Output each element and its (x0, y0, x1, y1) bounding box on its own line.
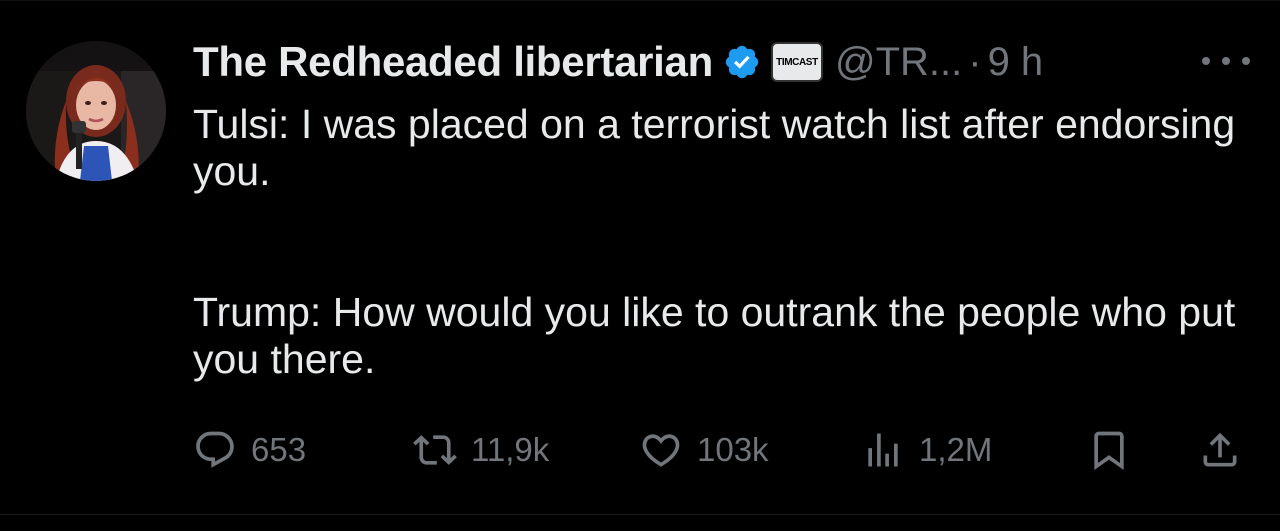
timestamp[interactable]: 9 h (988, 40, 1044, 84)
tweet-text: Tulsi: I was placed on a terrorist watch… (193, 101, 1263, 383)
avatar-image (26, 41, 166, 181)
reply-icon (196, 431, 234, 468)
repost-button[interactable]: 11,9k (413, 426, 549, 474)
heart-icon (642, 434, 680, 467)
divider (0, 514, 1280, 515)
share-icon (1203, 432, 1237, 467)
more-dot (1222, 57, 1230, 65)
separator: · (968, 39, 982, 84)
reply-count: 653 (251, 431, 307, 468)
display-name[interactable]: The Redheaded libertarian (193, 38, 713, 86)
repost-icon (413, 435, 457, 465)
bookmark-button[interactable] (1087, 426, 1131, 474)
tweet-header: The Redheaded libertarian TIMCAST @TR...… (193, 37, 1043, 87)
more-icon[interactable] (1202, 51, 1250, 71)
verified-badge-icon[interactable] (723, 43, 761, 81)
views-chart-icon (868, 433, 898, 467)
action-bar: 653 11,9k 103k 1,2M (193, 426, 1253, 474)
tweet-paragraph-2: Trump: How would you like to outrank the… (193, 289, 1236, 382)
avatar[interactable] (26, 41, 166, 181)
like-button[interactable]: 103k (639, 426, 769, 474)
more-dot (1242, 57, 1250, 65)
handle-time: @TR... · 9 h (835, 40, 1043, 85)
affiliation-badge[interactable]: TIMCAST (770, 42, 823, 82)
repost-count: 11,9k (471, 431, 550, 468)
more-dot (1202, 57, 1210, 65)
handle[interactable]: @TR... (835, 40, 962, 84)
share-button[interactable] (1198, 426, 1242, 474)
bookmark-icon (1094, 431, 1124, 471)
reply-button[interactable]: 653 (193, 426, 306, 474)
tweet[interactable]: The Redheaded libertarian TIMCAST @TR...… (0, 0, 1280, 531)
like-count: 103k (697, 431, 769, 468)
views-count: 1,2M (919, 431, 993, 468)
tweet-paragraph-1: Tulsi: I was placed on a terrorist watch… (193, 101, 1236, 194)
views-button[interactable]: 1,2M (861, 426, 992, 474)
